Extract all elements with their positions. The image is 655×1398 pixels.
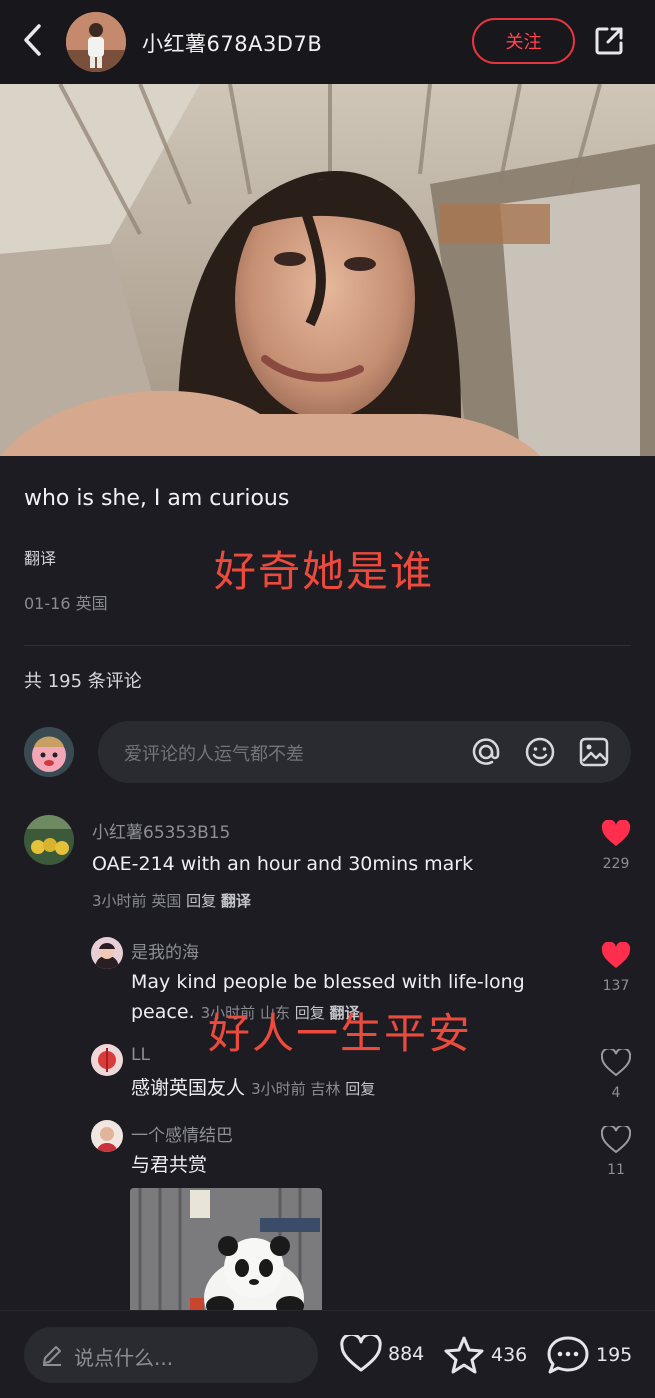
reply-text-line-1: May kind people be blessed with life-lon… (131, 971, 525, 993)
like-button[interactable]: 884 (340, 1335, 424, 1373)
reply-like-count: 137 (602, 978, 630, 994)
reply-author[interactable]: 一个感情结巴 (131, 1121, 233, 1146)
comment-total: 195 (596, 1344, 633, 1366)
reply-location: 吉林 (310, 1080, 341, 1098)
post-date: 01-16 (24, 594, 71, 613)
comment-time: 3小时前 (92, 892, 147, 910)
reply-time: 3小时前 (251, 1080, 306, 1098)
comment-author[interactable]: 小红薯65353B15 (92, 818, 230, 843)
reply-text: 与君共赏 (131, 1154, 208, 1176)
reply-author[interactable]: LL (131, 1045, 150, 1065)
reply-avatar[interactable] (91, 1120, 123, 1152)
my-avatar[interactable] (24, 727, 74, 777)
share-button[interactable] (590, 22, 628, 60)
comment-like-button[interactable]: 229 (596, 819, 636, 872)
at-icon[interactable] (470, 736, 502, 768)
comment-count: 共 195 条评论 (24, 671, 142, 692)
author-avatar[interactable] (66, 12, 126, 72)
emoji-icon[interactable] (524, 736, 556, 768)
reply-like-count: 4 (611, 1085, 621, 1101)
translate-link[interactable]: 翻译 (24, 545, 56, 569)
reply-avatar[interactable] (91, 937, 123, 969)
reply-button[interactable]: 回复 (345, 1080, 375, 1098)
reply-like-button[interactable]: 137 (596, 941, 636, 994)
reply-avatar[interactable] (91, 1044, 123, 1076)
reply-text-line-2-text: peace. (131, 1001, 195, 1023)
heart-icon (340, 1335, 382, 1372)
comment-input-placeholder: 爱评论的人运气都不差 (124, 744, 304, 765)
image-icon[interactable] (578, 736, 610, 768)
comment-icon (547, 1336, 589, 1374)
back-icon (24, 24, 41, 56)
comment-button[interactable]: 195 (546, 1335, 632, 1375)
comment-text: OAE-214 with an hour and 30mins mark (92, 853, 474, 875)
post-body: who is she, I am curious (24, 486, 290, 511)
reply-like-button[interactable]: 4 (596, 1047, 636, 1101)
say-something-input[interactable]: 说点什么... (24, 1327, 318, 1383)
translation-overlay-2: 好人一生平安 (208, 1009, 473, 1058)
star-icon (444, 1336, 484, 1374)
heart-icon (601, 819, 631, 846)
share-icon (595, 27, 623, 55)
comment-avatar[interactable] (24, 815, 74, 865)
back-button[interactable] (18, 22, 48, 58)
like-count: 884 (388, 1343, 425, 1365)
reply-like-count: 11 (607, 1162, 625, 1178)
comment-meta: 3小时前 英国 回复 翻译 (92, 890, 251, 911)
author-username[interactable]: 小红薯678A3D7B (142, 28, 322, 58)
comment-like-count: 229 (602, 856, 630, 872)
reply-button[interactable]: 回复 (186, 892, 216, 910)
translate-button[interactable]: 翻译 (221, 892, 251, 910)
bottom-bar: 说点什么... 884 436 195 (0, 1310, 655, 1398)
heart-outline-icon (600, 1047, 632, 1077)
follow-button[interactable]: 关注 (472, 18, 575, 64)
translation-overlay: 好奇她是谁 (214, 547, 435, 596)
reply-image[interactable] (130, 1188, 322, 1310)
reply-text: 感谢英国友人 3小时前 吉林 回复 (131, 1073, 375, 1104)
reply-author[interactable]: 是我的海 (131, 938, 199, 963)
reply-meta: 3小时前 吉林 回复 (251, 1080, 375, 1098)
post-location: 英国 (75, 594, 108, 613)
favorite-count: 436 (491, 1344, 528, 1366)
comment-input[interactable]: 爱评论的人运气都不差 (98, 721, 631, 783)
post-image[interactable] (0, 84, 655, 456)
reply-text-content: 感谢英国友人 (131, 1077, 246, 1099)
post-meta: 01-16 英国 (24, 590, 108, 614)
heart-outline-icon (600, 1124, 632, 1154)
top-bar: 小红薯678A3D7B 关注 (0, 0, 655, 84)
heart-icon (601, 941, 631, 968)
divider (24, 645, 631, 646)
favorite-button[interactable]: 436 (443, 1335, 527, 1375)
reply-like-button[interactable]: 11 (596, 1124, 636, 1178)
comment-location: 英国 (151, 892, 182, 910)
pencil-icon (43, 1346, 61, 1366)
say-something-placeholder: 说点什么... (74, 1346, 174, 1370)
